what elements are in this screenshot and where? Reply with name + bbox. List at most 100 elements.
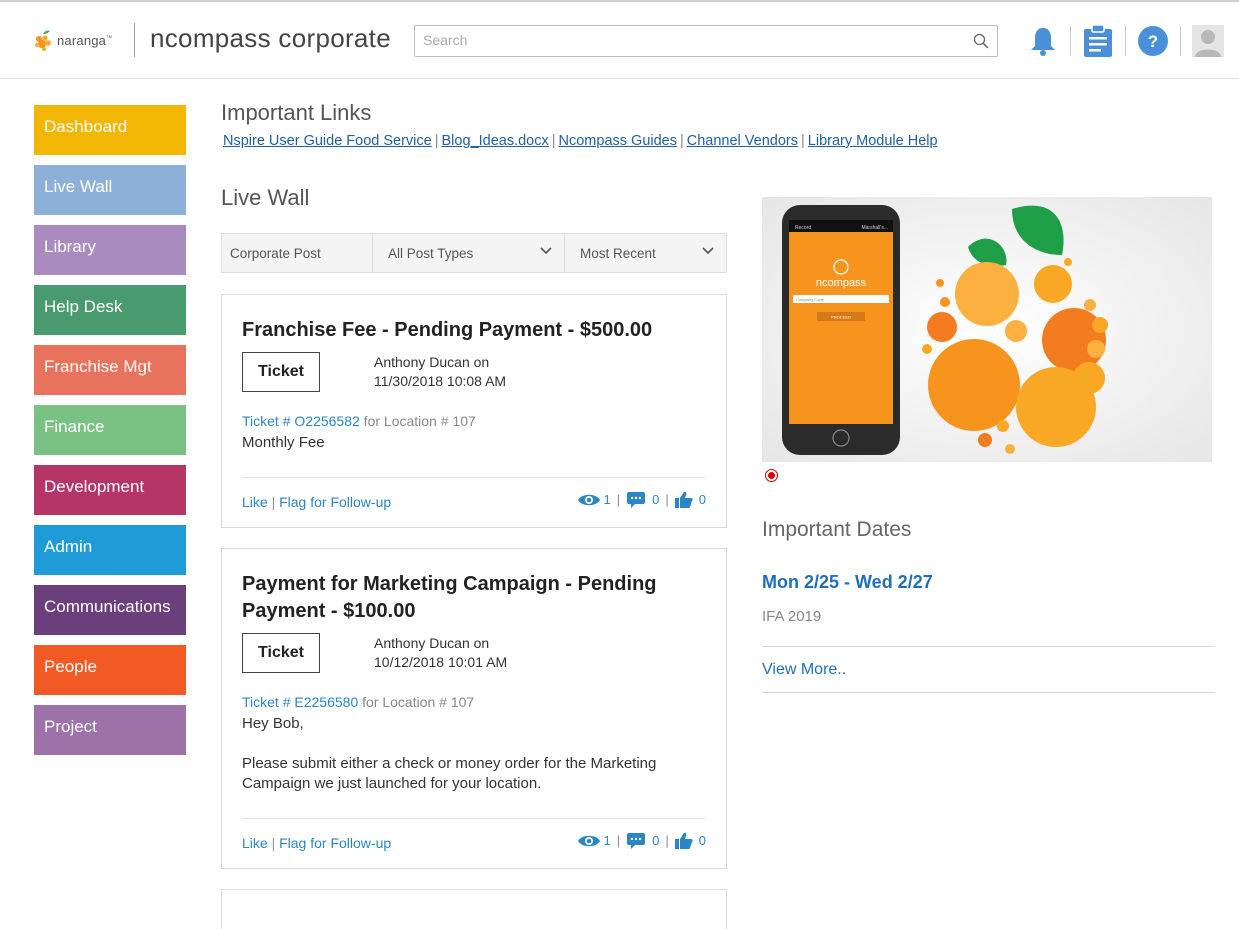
view-more-link[interactable]: View More.. [762,661,846,679]
dates-divider [762,692,1215,693]
ticket-number-link[interactable]: Ticket # E2256580 [242,694,358,710]
post-title: Payment for Marketing Campaign - Pending… [242,573,657,622]
like-link[interactable]: Like [242,835,268,851]
sidebar-item-communications[interactable]: Communications [34,585,186,635]
header-separator [1180,26,1181,56]
sidebar-item-live-wall[interactable]: Live Wall [34,165,186,215]
date-range-link[interactable]: Mon 2/25 - Wed 2/27 [762,572,933,593]
search-input[interactable] [415,26,955,54]
sidebar-item-library[interactable]: Library [34,225,186,275]
post-divider [242,818,706,819]
ticket-type-button[interactable]: Ticket [242,633,320,673]
help-icon[interactable]: ? [1137,25,1169,57]
post-body: Hey Bob, Please submit either a check or… [242,714,712,794]
clipboard-icon[interactable] [1082,24,1114,58]
view-count: 1 [603,833,611,848]
ticket-type-button[interactable]: Ticket [242,352,320,392]
promo-banner-image[interactable]: Record Marshall's... ncompass Company Co… [762,197,1212,462]
dates-divider [762,646,1215,647]
comment-count: 0 [652,833,660,848]
link-separator: | [801,133,805,149]
stat-separator: | [616,492,621,507]
link-separator: | [551,133,556,149]
post-divider [242,477,706,478]
orange-logo-icon [35,30,51,51]
post-stats: 1 | 0 | 0 [577,491,706,508]
sidebar-item-dashboard[interactable]: Dashboard [34,105,186,155]
post-author-block: Anthony Ducan on 11/30/2018 10:08 AM [374,353,506,391]
chevron-down-icon [702,247,714,255]
important-links-title: Important Links [221,100,372,125]
post-timestamp: 11/30/2018 10:08 AM [374,373,507,389]
post-card: Payment for Marketing Campaign - Pending… [221,548,727,869]
sidebar-item-people[interactable]: People [34,645,186,695]
search-box[interactable] [414,25,998,57]
sidebar-item-admin[interactable]: Admin [34,525,186,575]
post-body-line: Monthly Fee [242,434,325,451]
post-actions: Like | Flag for Follow-up [242,494,391,510]
comment-count: 0 [652,492,660,507]
important-link[interactable]: Channel Vendors [687,133,798,149]
naranga-logo[interactable]: naranga™ [33,28,112,52]
flag-follow-up-link[interactable]: Flag for Follow-up [279,494,391,510]
post-type-dropdown[interactable]: All Post Types [373,234,565,272]
thumbs-up-icon[interactable] [674,491,693,508]
important-link[interactable]: Nspire User Guide Food Service [223,133,432,149]
thumbs-up-icon[interactable] [674,832,693,849]
important-link[interactable]: Blog_Ideas.docx [442,133,549,149]
link-separator: | [434,133,439,149]
important-link[interactable]: Library Module Help [808,133,938,149]
post-body-line: Hey Bob, [242,715,304,732]
eye-icon [577,494,600,505]
sidebar-item-finance[interactable]: Finance [34,405,186,455]
header-separator [1070,26,1071,56]
stat-separator: | [616,833,621,848]
header-icons: ? [1027,24,1224,58]
sidebar-item-help-desk[interactable]: Help Desk [34,285,186,335]
eye-icon [577,835,600,846]
post-body: Monthly Fee [242,433,712,453]
like-count: 0 [698,833,706,848]
live-wall-title: Live Wall [221,185,310,210]
comment-icon[interactable] [626,832,646,849]
sort-label: Most Recent [580,245,656,261]
flag-follow-up-link[interactable]: Flag for Follow-up [279,835,391,851]
sidebar-item-franchise-mgt[interactable]: Franchise Mgt [34,345,186,395]
ticket-location: for Location # 107 [359,413,476,429]
sidebar-nav: Dashboard Live Wall Library Help Desk Franch… [34,105,186,765]
sort-dropdown[interactable]: Most Recent [565,234,726,272]
ticket-number-link[interactable]: Ticket # O2256582 [242,413,360,429]
phone-field-label: Company Code [796,297,825,302]
phone-button-label: PROCEED [831,315,851,320]
search-icon[interactable] [973,33,989,49]
avatar-icon[interactable] [1192,25,1224,57]
post-scope-label: Corporate Post [230,245,321,261]
carousel-dot-active [768,472,775,479]
chevron-down-icon [540,247,552,255]
bell-icon[interactable] [1027,25,1059,57]
view-count: 1 [603,492,611,507]
important-link[interactable]: Ncompass Guides [559,133,677,149]
post-body-line: Please submit either a check or money or… [242,755,657,792]
brand-separator [134,23,135,57]
sidebar-item-development[interactable]: Development [34,465,186,515]
header-separator [1125,26,1126,56]
post-author: Anthony Ducan on [374,635,490,651]
like-link[interactable]: Like [242,494,268,510]
post-type-label: All Post Types [388,245,474,261]
post-author-block: Anthony Ducan on 10/12/2018 10:01 AM [374,634,507,672]
post-timestamp: 10/12/2018 10:01 AM [374,654,508,670]
post-scope-filter[interactable]: Corporate Post [222,234,373,272]
ticket-location: for Location # 107 [358,694,475,710]
post-actions: Like | Flag for Follow-up [242,835,391,851]
carousel-indicator[interactable] [765,469,778,482]
app-header: naranga™ ncompass corporate ? [0,2,1239,79]
comment-icon[interactable] [626,491,646,508]
important-dates-title: Important Dates [762,518,912,541]
action-separator: | [271,835,280,851]
brand-title: ncompass corporate [150,23,391,53]
logo-text: naranga™ [57,32,113,48]
sidebar-item-project[interactable]: Project [34,705,186,755]
phone-top-left: Record [795,225,811,231]
post-card [221,889,727,929]
